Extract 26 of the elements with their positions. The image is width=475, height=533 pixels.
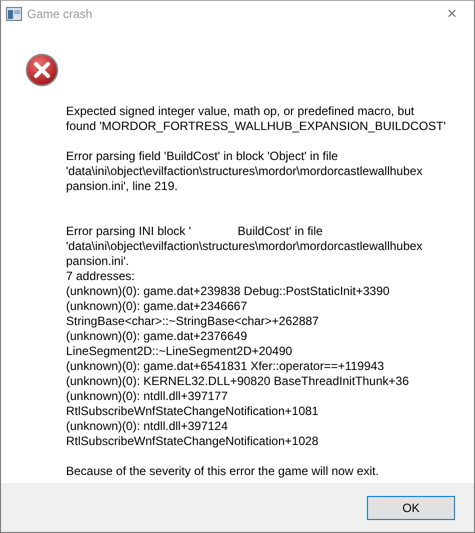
ok-button[interactable]: OK — [367, 496, 455, 520]
message-line: pansion.ini'. — [66, 254, 130, 269]
message-line: (unknown)(0): KERNEL32.DLL+90820 BaseThreadInitThunk+36 — [66, 374, 410, 389]
message-line: (unknown)(0): game.dat+239838 Debug::PostStaticInit+3390 — [66, 284, 391, 299]
close-button[interactable]: × — [432, 4, 472, 24]
message-line: Expected signed integer value, math op, or predefined macro, but — [66, 104, 416, 119]
message-line: Error parsing field 'BuildCost' in block 'Object' in file — [66, 149, 339, 164]
message-line: (unknown)(0): ntdll.dll+397124 — [66, 419, 229, 434]
message-line: (unknown)(0): ntdll.dll+397177 — [66, 389, 229, 404]
message-line: Error parsing INI block ' BuildCost' in file — [66, 224, 324, 239]
error-icon — [25, 53, 59, 87]
message-line: pansion.ini', line 219. — [66, 179, 179, 194]
message-line: (unknown)(0): game.dat+6541831 Xfer::operator==+119943 — [66, 359, 385, 374]
message-line: 'data\ini\object\evilfaction\structures\mordor\mordorcastlewallhubex — [66, 164, 424, 179]
message-line: (unknown)(0): game.dat+2376649 — [66, 329, 248, 344]
window-title: Game crash — [27, 7, 94, 21]
message-line: LineSegment2D::~LineSegment2D+20490 — [66, 344, 294, 359]
message-line: 7 addresses: — [66, 269, 136, 284]
message-line: 'data\ini\object\evilfaction\structures\mordor\mordorcastlewallhubex — [66, 239, 424, 254]
app-icon — [6, 7, 22, 21]
message-line: RtlSubscribeWnfStateChangeNotification+1028 — [66, 434, 320, 449]
message-line: Because of the severity of this error the game will now exit. — [66, 464, 380, 479]
message-line: StringBase<char>::~StringBase<char>+262887 — [66, 314, 320, 329]
message-line: RtlSubscribeWnfStateChangeNotification+1081 — [66, 404, 320, 419]
message-line: found 'MORDOR_FORTRESS_WALLHUB_EXPANSION_BUILDCOST' — [66, 119, 446, 134]
message-line: (unknown)(0): game.dat+2346667 — [66, 299, 248, 314]
